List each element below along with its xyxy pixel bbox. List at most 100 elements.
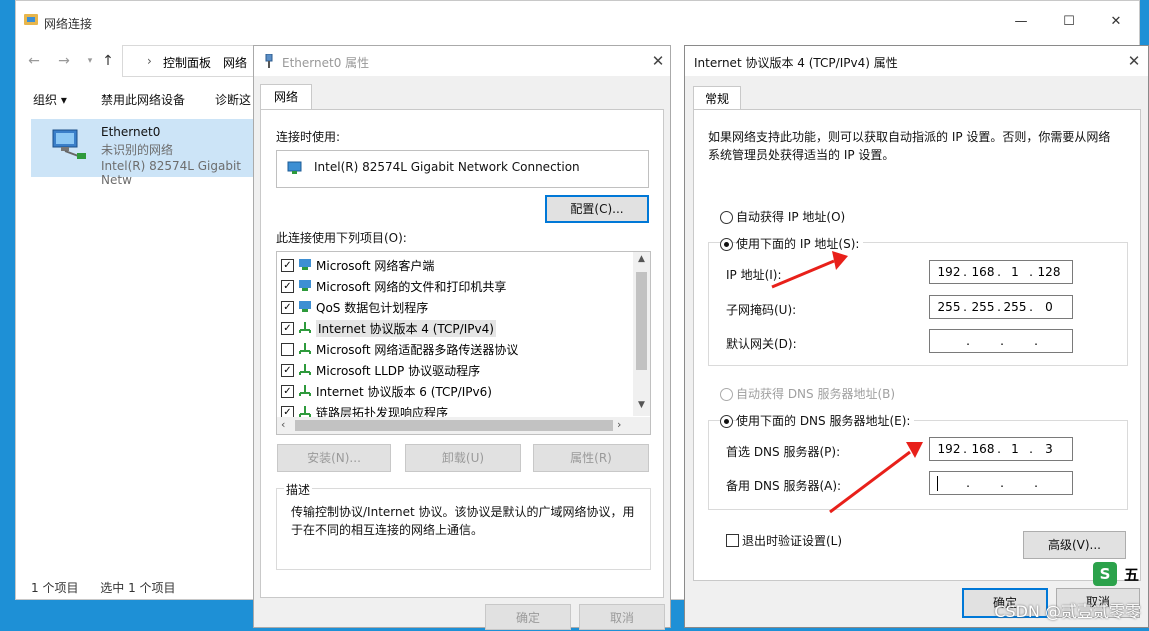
preferred-dns-field[interactable]: 192 . 168 . 1 . 3: [929, 437, 1073, 461]
protocol-icon: [299, 385, 311, 396]
properties-button[interactable]: 属性(R): [533, 444, 649, 472]
list-item[interactable]: ✓ Internet 协议版本 6 (TCP/IPv6): [281, 381, 621, 402]
checkbox-checked[interactable]: ✓: [281, 259, 294, 272]
ip-octet-2: 168: [971, 265, 995, 279]
checkbox-unchecked[interactable]: [281, 343, 294, 356]
close-icon[interactable]: ✕: [1122, 51, 1146, 71]
close-button[interactable]: ✕: [1101, 9, 1131, 35]
dns1-octet-4: 3: [1045, 442, 1053, 456]
address-bar[interactable]: › 控制面板 网络: [122, 45, 264, 77]
auto-dns-label[interactable]: 自动获得 DNS 服务器地址(B): [736, 385, 895, 402]
breadcrumb-separator-icon: ›: [147, 54, 152, 68]
list-item-label: Microsoft 网络客户端: [316, 259, 435, 273]
ip-dot: .: [1029, 265, 1033, 279]
protocol-icon: [299, 322, 311, 333]
checkbox-checked[interactable]: ✓: [281, 322, 294, 335]
status-selected-count: 选中 1 个项目: [100, 581, 176, 595]
ip-octet-3: 1: [1011, 265, 1019, 279]
client-icon: [299, 259, 311, 270]
validate-label[interactable]: 退出时验证设置(L): [742, 532, 842, 549]
organize-menu[interactable]: 组织 ▾: [33, 91, 67, 108]
scroll-down-icon[interactable]: ▼: [638, 400, 645, 410]
manual-ip-radio[interactable]: [720, 238, 733, 251]
adapter-display: Intel(R) 82574L Gigabit Network Connecti…: [276, 150, 649, 188]
mask-octet-3: 255: [1003, 300, 1027, 314]
scroll-right-icon[interactable]: ›: [617, 418, 621, 431]
ip-dot: .: [1029, 442, 1033, 456]
scroll-up-icon[interactable]: ▲: [638, 254, 645, 264]
breadcrumb-network[interactable]: 网络: [223, 54, 247, 71]
list-item-label: Microsoft LLDP 协议驱动程序: [316, 364, 481, 378]
scroll-left-icon[interactable]: ‹: [281, 418, 285, 431]
dns1-octet-2: 168: [971, 442, 995, 456]
list-item[interactable]: ✓ QoS 数据包计划程序: [281, 297, 621, 318]
preferred-dns-label: 首选 DNS 服务器(P):: [726, 445, 841, 459]
list-item[interactable]: ✓ Microsoft 网络客户端: [281, 255, 621, 276]
service-icon: [299, 280, 311, 291]
checkbox-checked[interactable]: ✓: [281, 301, 294, 314]
gateway-field[interactable]: . . .: [929, 329, 1073, 353]
hscroll-thumb[interactable]: [295, 420, 613, 431]
ip-address-field[interactable]: 192 . 168 . 1 . 128: [929, 260, 1073, 284]
status-item-count: 1 个项目: [31, 581, 79, 595]
auto-ip-radio[interactable]: [720, 211, 733, 224]
description-label: 描述: [284, 481, 313, 498]
ime-mode-icon[interactable]: 五: [1124, 564, 1139, 585]
ipv4-dialog-title: Internet 协议版本 4 (TCP/IPv4) 属性: [694, 56, 898, 70]
manual-dns-label[interactable]: 使用下面的 DNS 服务器地址(E):: [736, 412, 915, 429]
ime-badge-icon[interactable]: S: [1093, 562, 1117, 586]
ok-button[interactable]: 确定: [485, 604, 571, 630]
auto-dns-radio[interactable]: [720, 388, 733, 401]
back-arrow-icon[interactable]: ←: [24, 51, 44, 71]
maximize-button[interactable]: ☐: [1054, 9, 1084, 35]
validate-checkbox[interactable]: [726, 534, 739, 547]
manual-dns-radio[interactable]: [720, 415, 733, 428]
checkbox-checked[interactable]: ✓: [281, 364, 294, 377]
mask-octet-1: 255: [937, 300, 961, 314]
forward-arrow-icon[interactable]: →: [54, 51, 74, 71]
ethernet-dialog-title: Ethernet0 属性: [282, 56, 370, 70]
vertical-scrollbar[interactable]: ▲ ▼: [633, 252, 650, 416]
list-item[interactable]: ✓ Microsoft 网络的文件和打印机共享: [281, 276, 621, 297]
recent-chevron-icon[interactable]: ▾: [80, 51, 100, 71]
disable-device-button[interactable]: 禁用此网络设备: [101, 91, 185, 108]
explorer-titlebar[interactable]: 网络连接 — ☐ ✕: [16, 1, 1139, 43]
subnet-mask-field[interactable]: 255 . 255 . 255 . 0: [929, 295, 1073, 319]
ip-dot: .: [1029, 300, 1033, 314]
network-connection-item[interactable]: Ethernet0 未识别的网络 Intel(R) 82574L Gigabit…: [31, 119, 266, 187]
list-item[interactable]: ✓ Microsoft LLDP 协议驱动程序: [281, 360, 621, 381]
list-item-selected[interactable]: ✓ Internet 协议版本 4 (TCP/IPv4): [281, 318, 621, 339]
ethernet-dialog-titlebar[interactable]: Ethernet0 属性 ✕: [254, 46, 670, 76]
breadcrumb-control-panel[interactable]: 控制面板: [163, 54, 211, 71]
up-arrow-icon[interactable]: ↑: [98, 51, 118, 71]
cancel-button[interactable]: 取消: [579, 604, 665, 630]
close-icon[interactable]: ✕: [646, 51, 670, 71]
list-item-label: QoS 数据包计划程序: [316, 301, 429, 315]
configure-button[interactable]: 配置(C)...: [545, 195, 649, 223]
checkbox-checked[interactable]: ✓: [281, 385, 294, 398]
auto-ip-label[interactable]: 自动获得 IP 地址(O): [736, 208, 845, 225]
command-bar: 组织 ▾ 禁用此网络设备 诊断这: [16, 85, 256, 111]
scroll-thumb[interactable]: [636, 272, 647, 370]
checkbox-checked[interactable]: ✓: [281, 280, 294, 293]
tab-general[interactable]: 常规: [693, 86, 741, 111]
diagnose-button[interactable]: 诊断这: [215, 91, 251, 108]
uninstall-button[interactable]: 卸载(U): [405, 444, 521, 472]
horizontal-scrollbar[interactable]: ‹ ›: [277, 417, 650, 434]
adapter-name: Intel(R) 82574L Gigabit Network Connecti…: [314, 160, 580, 174]
list-item[interactable]: Microsoft 网络适配器多路传送器协议: [281, 339, 621, 360]
tab-network[interactable]: 网络: [260, 84, 312, 111]
ip-dot: .: [963, 300, 967, 314]
advanced-button[interactable]: 高级(V)...: [1023, 531, 1126, 559]
ipv4-dialog-titlebar[interactable]: Internet 协议版本 4 (TCP/IPv4) 属性 ✕: [685, 46, 1148, 76]
protocol-icon: [299, 343, 311, 354]
protocol-icon: [299, 364, 311, 375]
ip-dot: .: [1000, 334, 1004, 348]
install-button[interactable]: 安装(N)...: [277, 444, 391, 472]
components-list[interactable]: ✓ Microsoft 网络客户端 ✓ Microsoft 网络的文件和打印机共…: [276, 251, 651, 435]
connect-using-label: 连接时使用:: [276, 130, 341, 144]
items-label: 此连接使用下列项目(O):: [276, 231, 407, 245]
intro-text: 如果网络支持此功能，则可以获取自动指派的 IP 设置。否则，你需要从网络系统管理…: [708, 130, 1111, 162]
minimize-button[interactable]: —: [1006, 9, 1036, 35]
alternate-dns-field[interactable]: . . .: [929, 471, 1073, 495]
